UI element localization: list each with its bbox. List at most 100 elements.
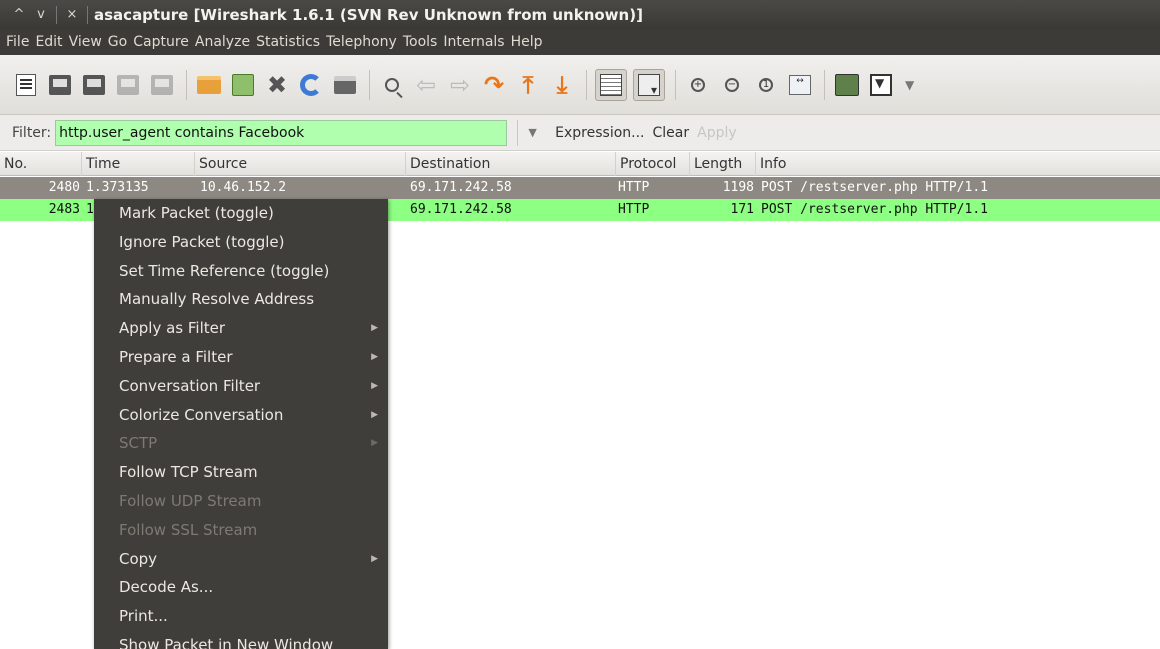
cell-protocol: HTTP <box>618 202 650 217</box>
auto-scroll-icon <box>638 73 660 97</box>
cell-info: POST /restserver.php HTTP/1.1 <box>761 202 988 217</box>
menu-file[interactable]: File <box>4 34 33 50</box>
menu-item-ignore-packet[interactable]: Ignore Packet (toggle) <box>94 228 388 257</box>
menu-internals[interactable]: Internals <box>441 34 508 50</box>
start-capture-button[interactable] <box>80 71 108 99</box>
menu-analyze[interactable]: Analyze <box>193 34 254 50</box>
resize-columns-icon: ↔ <box>789 74 811 95</box>
menu-item-label: Follow SSL Stream <box>119 520 258 539</box>
open-file-icon <box>197 75 221 94</box>
print-button[interactable] <box>331 71 359 99</box>
maximize-button[interactable]: v <box>30 4 52 26</box>
display-filters-button[interactable] <box>867 71 895 99</box>
expression-button[interactable]: Expression... <box>555 125 644 141</box>
menu-item-label: Prepare a Filter <box>119 347 233 366</box>
menu-item-prepare-a-filter[interactable]: Prepare a Filter ▶ <box>94 343 388 372</box>
packet-list-header: No. Time Source Destination Protocol Len… <box>0 152 1160 176</box>
column-header-info[interactable]: Info <box>756 152 1160 176</box>
menu-item-follow-udp-stream[interactable]: Follow UDP Stream <box>94 487 388 516</box>
close-file-button[interactable]: ✖ <box>263 71 291 99</box>
reload-icon <box>300 73 322 96</box>
submenu-arrow-icon: ▶ <box>371 323 378 334</box>
menu-item-print[interactable]: Print... <box>94 602 388 631</box>
cell-source: 10.46.152.2 <box>200 180 287 195</box>
go-to-packet-button[interactable]: ↷ <box>480 71 508 99</box>
zoom-out-button[interactable]: − <box>718 71 746 99</box>
auto-scroll-button[interactable] <box>633 68 665 101</box>
menu-capture[interactable]: Capture <box>131 34 193 50</box>
menu-item-label: Set Time Reference (toggle) <box>119 261 330 280</box>
cell-destination: 69.171.242.58 <box>410 202 512 217</box>
interface-list-button[interactable] <box>12 71 40 99</box>
packet-row[interactable]: 2480 1.373135 10.46.152.2 69.171.242.58 … <box>0 177 1160 199</box>
submenu-arrow-icon: ▶ <box>371 380 378 391</box>
menu-item-sctp[interactable]: SCTP ▶ <box>94 429 388 458</box>
menu-item-follow-tcp-stream[interactable]: Follow TCP Stream <box>94 458 388 487</box>
clear-button[interactable]: Clear <box>653 125 690 141</box>
column-header-length[interactable]: Length <box>690 152 756 176</box>
menu-item-show-packet-in-new-window[interactable]: Show Packet in New Window <box>94 631 388 649</box>
menu-item-label: Colorize Conversation <box>119 405 284 424</box>
save-file-icon <box>232 73 254 96</box>
column-header-source[interactable]: Source <box>195 152 406 176</box>
title-separator <box>87 5 88 24</box>
menu-view[interactable]: View <box>67 34 106 50</box>
colorize-button[interactable] <box>595 68 627 101</box>
find-packet-icon <box>385 77 399 92</box>
menu-go[interactable]: Go <box>106 34 131 50</box>
menu-item-decode-as[interactable]: Decode As... <box>94 573 388 602</box>
menu-item-manually-resolve-address[interactable]: Manually Resolve Address <box>94 285 388 314</box>
menu-item-set-time-reference[interactable]: Set Time Reference (toggle) <box>94 257 388 286</box>
column-header-time[interactable]: Time <box>82 152 195 176</box>
menu-item-label: Copy <box>119 549 158 568</box>
menu-tools[interactable]: Tools <box>401 34 442 50</box>
go-first-icon: ⤒ <box>522 70 534 99</box>
open-file-button[interactable] <box>195 71 223 99</box>
menu-edit[interactable]: Edit <box>33 34 66 50</box>
go-last-button[interactable]: ⤓ <box>548 71 576 99</box>
column-header-no[interactable]: No. <box>0 152 82 176</box>
cell-length: 1198 <box>722 180 754 195</box>
close-button[interactable]: × <box>61 4 83 26</box>
menu-item-label: Follow TCP Stream <box>119 463 258 482</box>
find-packet-button[interactable] <box>378 71 406 99</box>
menu-item-copy[interactable]: Copy ▶ <box>94 545 388 574</box>
display-filter-input[interactable]: http.user_agent contains Facebook <box>55 119 508 146</box>
restart-capture-button[interactable] <box>148 71 176 99</box>
capture-filters-icon <box>835 73 859 96</box>
cell-no: 2480 <box>48 180 80 195</box>
menu-telephony[interactable]: Telephony <box>324 34 401 50</box>
go-back-icon: ⇦ <box>415 70 437 99</box>
display-filters-icon <box>870 73 892 96</box>
normal-size-button[interactable]: 1 <box>752 71 780 99</box>
menu-statistics[interactable]: Statistics <box>254 34 324 50</box>
menu-item-apply-as-filter[interactable]: Apply as Filter ▶ <box>94 314 388 343</box>
go-back-button[interactable]: ⇦ <box>412 71 440 99</box>
filter-history-dropdown[interactable]: ▼ <box>517 119 547 146</box>
menu-item-colorize-conversation[interactable]: Colorize Conversation ▶ <box>94 401 388 430</box>
zoom-in-button[interactable]: + <box>684 71 712 99</box>
save-file-button[interactable] <box>229 71 257 99</box>
minimize-button[interactable]: ^ <box>8 4 30 26</box>
capture-filters-button[interactable] <box>833 71 861 99</box>
reload-button[interactable] <box>297 71 325 99</box>
submenu-arrow-icon: ▶ <box>371 351 378 362</box>
menu-item-mark-packet[interactable]: Mark Packet (toggle) <box>94 199 388 228</box>
go-forward-button[interactable]: ⇨ <box>446 71 474 99</box>
resize-columns-button[interactable]: ↔ <box>786 71 814 99</box>
toolbar-separator <box>186 69 187 100</box>
column-header-protocol[interactable]: Protocol <box>616 152 690 176</box>
apply-button[interactable]: Apply <box>697 125 737 141</box>
zoom-in-icon: + <box>691 77 705 92</box>
menu-item-follow-ssl-stream[interactable]: Follow SSL Stream <box>94 516 388 545</box>
go-first-button[interactable]: ⤒ <box>514 71 542 99</box>
menu-help[interactable]: Help <box>509 34 547 50</box>
toolbar-overflow-icon[interactable]: ▼ <box>905 78 914 92</box>
interface-list-icon <box>16 73 36 96</box>
capture-options-button[interactable] <box>46 71 74 99</box>
column-header-destination[interactable]: Destination <box>406 152 616 176</box>
menu-item-conversation-filter[interactable]: Conversation Filter ▶ <box>94 372 388 401</box>
print-icon <box>334 75 356 94</box>
stop-capture-button[interactable] <box>114 71 142 99</box>
colorize-icon <box>600 73 622 96</box>
